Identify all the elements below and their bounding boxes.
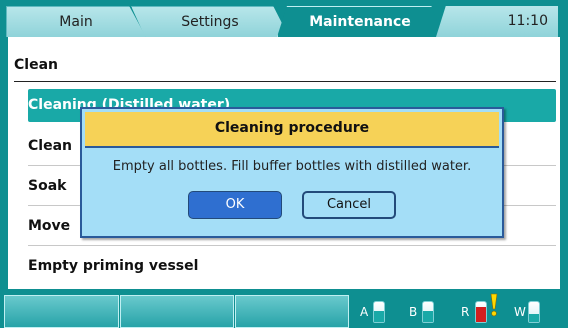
tab-settings[interactable]: Settings — [131, 6, 289, 37]
dialog-title: Cleaning procedure — [85, 112, 499, 148]
menu-item-move[interactable]: Move — [28, 210, 70, 243]
bottle-w-label: W — [514, 305, 526, 319]
cleaning-procedure-dialog: Cleaning procedure Empty all bottles. Fi… — [80, 107, 504, 238]
ok-button[interactable]: OK — [188, 191, 282, 219]
bottle-b-label: B — [409, 305, 418, 319]
softkey-1[interactable] — [4, 295, 119, 328]
bottle-w-icon — [528, 301, 540, 323]
tab-bar: Main Settings Maintenance 11:10 — [0, 0, 568, 37]
divider — [28, 245, 556, 246]
cancel-button[interactable]: Cancel — [302, 191, 396, 219]
softkey-2[interactable] — [120, 295, 234, 328]
clock: 11:10 — [436, 6, 558, 37]
menu-item-clean[interactable]: Clean — [28, 130, 72, 163]
dialog-message: Empty all bottles. Fill buffer bottles w… — [112, 159, 472, 174]
warning-icon — [490, 293, 498, 317]
bottle-r-label: R — [461, 305, 470, 319]
tab-main[interactable]: Main — [6, 6, 146, 37]
status-bar: A B R W — [0, 289, 568, 328]
bottle-a-icon — [373, 301, 385, 323]
bottle-b-icon — [422, 301, 434, 323]
bottle-a-label: A — [360, 305, 369, 319]
section-title: Clean — [14, 57, 58, 73]
softkey-3[interactable] — [235, 295, 349, 328]
divider — [14, 81, 556, 82]
tab-maintenance[interactable]: Maintenance — [277, 6, 443, 37]
menu-item-empty-priming-vessel[interactable]: Empty priming vessel — [28, 250, 198, 283]
menu-item-soak[interactable]: Soak — [28, 170, 66, 203]
bottle-r-icon — [475, 301, 487, 323]
